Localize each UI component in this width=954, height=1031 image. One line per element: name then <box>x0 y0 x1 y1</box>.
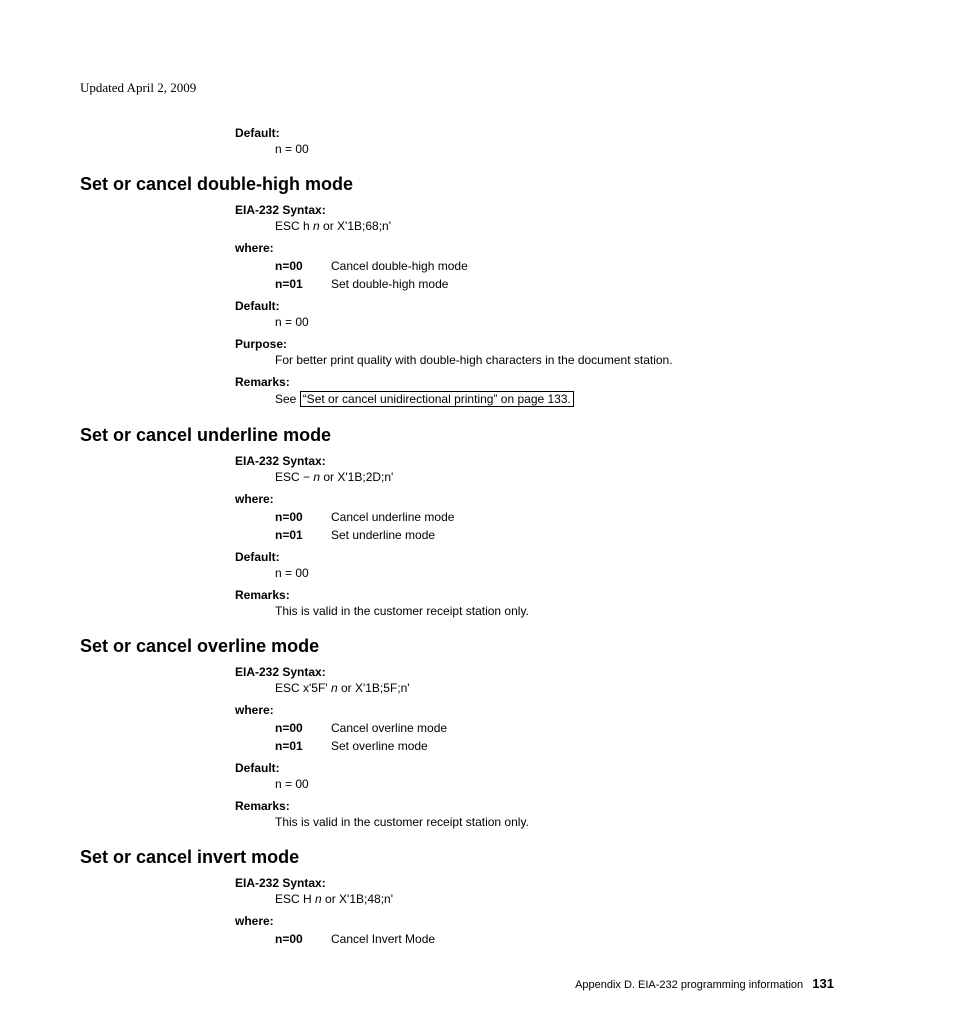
field-text: n = 00 <box>275 315 874 329</box>
param-row: n=01 Set underline mode <box>275 528 874 542</box>
field-text: n = 00 <box>275 566 874 580</box>
param-key: n=01 <box>275 739 315 753</box>
param-list: n=00 Cancel Invert Mode <box>275 932 874 946</box>
param-value: Cancel overline mode <box>331 721 447 735</box>
field-text: ESC H n or X'1B;48;n' <box>275 892 874 906</box>
field-label: where: <box>235 241 874 255</box>
param-list: n=00 Cancel double-high mode n=01 Set doubl… <box>275 259 874 291</box>
field-text: ESC h n or X'1B;68;n' <box>275 219 874 233</box>
field-text: For better print quality with double-hig… <box>275 353 874 367</box>
param-value: Set overline mode <box>331 739 428 753</box>
field-text: ESC − n or X'1B;2D;n' <box>275 470 874 484</box>
param-value: Cancel Invert Mode <box>331 932 435 946</box>
param-row: n=00 Cancel Invert Mode <box>275 932 874 946</box>
section-heading: Set or cancel underline mode <box>80 425 874 446</box>
field-label: EIA-232 Syntax: <box>235 454 874 468</box>
field-text: ESC x'5F' n or X'1B;5F;n' <box>275 681 874 695</box>
page-footer: Appendix D. EIA-232 programming informat… <box>80 976 874 991</box>
field-label: Remarks: <box>235 588 874 602</box>
field-label: Remarks: <box>235 375 874 389</box>
footer-text: Appendix D. EIA-232 programming informat… <box>575 979 803 991</box>
param-row: n=00 Cancel double-high mode <box>275 259 874 273</box>
field-label: Default: <box>235 761 874 775</box>
cross-reference-link[interactable]: “Set or cancel unidirectional printing” … <box>300 391 574 407</box>
pre-default-block: Default: n = 00 <box>235 126 874 156</box>
updated-date: Updated April 2, 2009 <box>80 80 874 96</box>
section-body: EIA-232 Syntax: ESC x'5F' n or X'1B;5F;n'… <box>235 665 874 829</box>
field-label: EIA-232 Syntax: <box>235 876 874 890</box>
field-link-line: See “Set or cancel unidirectional printi… <box>275 391 874 407</box>
section-heading: Set or cancel double-high mode <box>80 174 874 195</box>
param-list: n=00 Cancel overline mode n=01 Set overline… <box>275 721 874 753</box>
param-row: n=00 Cancel underline mode <box>275 510 874 524</box>
section-heading: Set or cancel invert mode <box>80 847 874 868</box>
field-label: Default: <box>235 550 874 564</box>
param-key: n=00 <box>275 932 315 946</box>
default-value: n = 00 <box>275 142 874 156</box>
param-value: Set underline mode <box>331 528 435 542</box>
field-label: Default: <box>235 299 874 313</box>
param-value: Set double-high mode <box>331 277 448 291</box>
field-text: This is valid in the customer receipt st… <box>275 815 874 829</box>
field-text: This is valid in the customer receipt st… <box>275 604 874 618</box>
section-body: EIA-232 Syntax: ESC H n or X'1B;48;n' wher… <box>235 876 874 946</box>
param-key: n=00 <box>275 510 315 524</box>
param-key: n=01 <box>275 277 315 291</box>
field-label: where: <box>235 492 874 506</box>
param-row: n=01 Set overline mode <box>275 739 874 753</box>
param-value: Cancel double-high mode <box>331 259 468 273</box>
section-heading: Set or cancel overline mode <box>80 636 874 657</box>
param-value: Cancel underline mode <box>331 510 454 524</box>
field-label: EIA-232 Syntax: <box>235 665 874 679</box>
field-label: where: <box>235 914 874 928</box>
param-row: n=01 Set double-high mode <box>275 277 874 291</box>
field-label: where: <box>235 703 874 717</box>
section-body: EIA-232 Syntax: ESC h n or X'1B;68;n' wher… <box>235 203 874 407</box>
param-list: n=00 Cancel underline mode n=01 Set underli… <box>275 510 874 542</box>
page-number: 131 <box>812 976 834 991</box>
param-key: n=00 <box>275 721 315 735</box>
param-key: n=00 <box>275 259 315 273</box>
field-label: Purpose: <box>235 337 874 351</box>
section-body: EIA-232 Syntax: ESC − n or X'1B;2D;n' wher… <box>235 454 874 618</box>
field-label: Remarks: <box>235 799 874 813</box>
param-key: n=01 <box>275 528 315 542</box>
default-label: Default: <box>235 126 874 140</box>
field-text: n = 00 <box>275 777 874 791</box>
param-row: n=00 Cancel overline mode <box>275 721 874 735</box>
field-label: EIA-232 Syntax: <box>235 203 874 217</box>
